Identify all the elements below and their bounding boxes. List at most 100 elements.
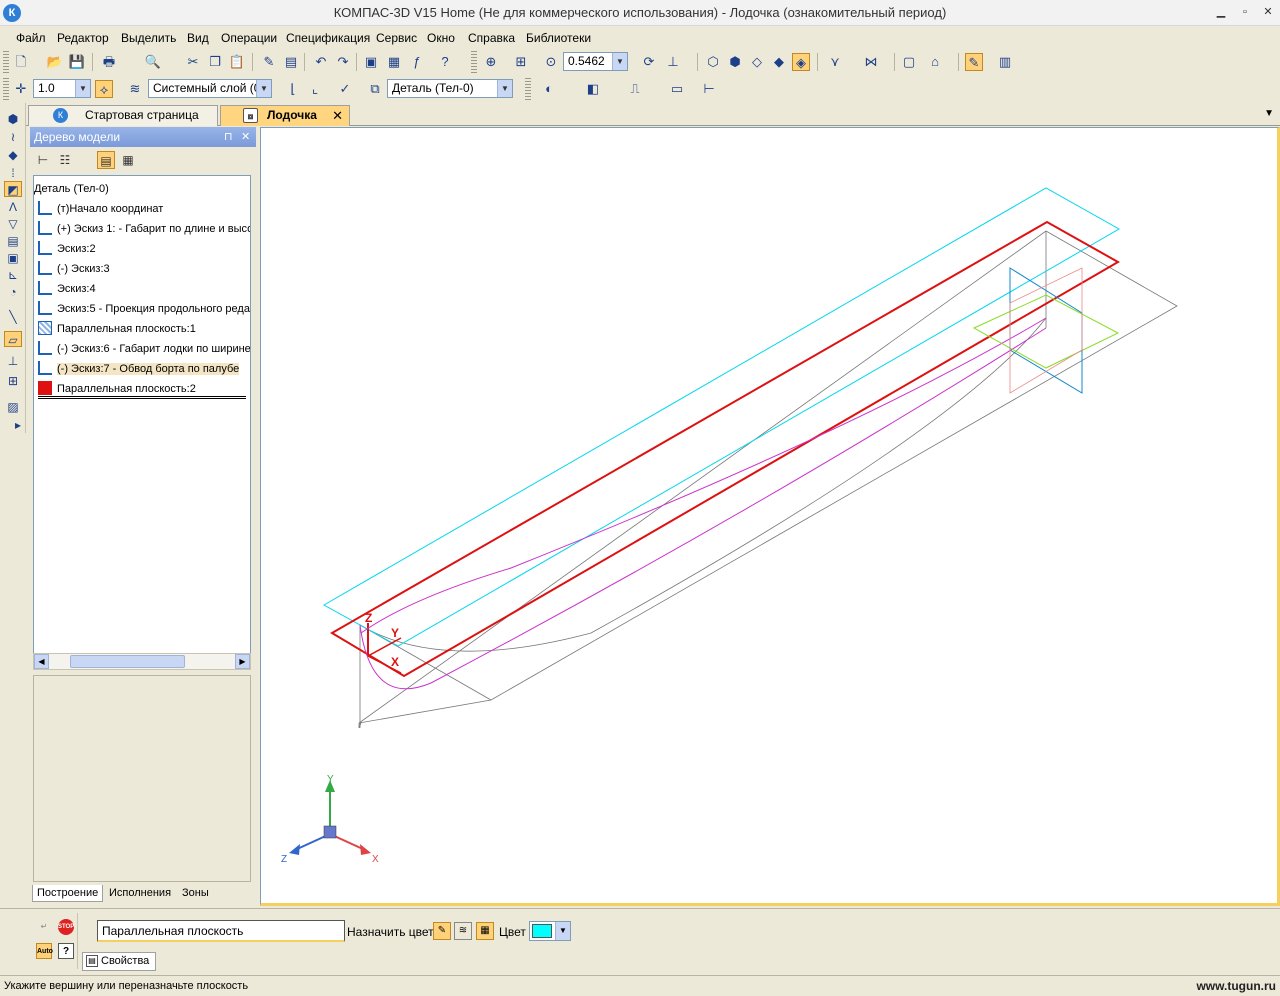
object-name-field[interactable]: Параллельная плоскость bbox=[97, 920, 345, 942]
menu-view[interactable]: Вид bbox=[187, 31, 209, 45]
tabs-menu-icon[interactable]: ▼ bbox=[1264, 108, 1274, 119]
tab-start-page[interactable]: К Стартовая страница bbox=[28, 105, 218, 126]
menu-libraries[interactable]: Библиотеки bbox=[526, 31, 591, 45]
menu-operations[interactable]: Операции bbox=[221, 31, 277, 45]
menu-select[interactable]: Выделить bbox=[121, 31, 176, 45]
tab-construction[interactable]: Построение bbox=[32, 885, 104, 902]
chevron-down-icon[interactable]: ▼ bbox=[497, 80, 512, 97]
tab-lodochka[interactable]: ⧈ Лодочка ✕ bbox=[220, 105, 350, 126]
tree-hscrollbar[interactable]: ◀ ▶ bbox=[33, 653, 251, 670]
hidden-lines-icon[interactable]: ⬢ bbox=[726, 53, 744, 71]
elements-icon[interactable]: ⊾ bbox=[4, 267, 22, 283]
filter-icon[interactable]: ⋎ bbox=[826, 53, 844, 71]
new-icon[interactable]: 🗋 bbox=[12, 53, 30, 71]
zoom-combo[interactable]: 0.5462 ▼ bbox=[563, 52, 628, 71]
redo-icon[interactable]: ↷ bbox=[334, 53, 352, 71]
tree-row[interactable]: (+) Эскиз 1: - Габарит по длине и высоте bbox=[38, 219, 250, 239]
sheet-metal-icon[interactable]: ◔ bbox=[4, 284, 22, 300]
tree-row[interactable]: (-) Эскиз:3 bbox=[38, 259, 110, 279]
measure-icon[interactable]: ⎍ bbox=[626, 80, 644, 98]
solid-icon[interactable]: ⬢ bbox=[4, 111, 22, 127]
coord-system-icon[interactable]: ⊞ bbox=[4, 373, 22, 389]
expand-icon[interactable]: ▸ bbox=[13, 417, 23, 433]
check-icon[interactable]: ✓ bbox=[336, 80, 354, 98]
tree-row[interactable]: Параллельная плоскость:1 bbox=[38, 319, 196, 339]
cursor-step-icon[interactable]: ✛ bbox=[12, 80, 30, 98]
color-by-source-icon[interactable]: ✎ bbox=[433, 922, 451, 940]
tab-properties[interactable]: ▤ Свойства bbox=[82, 952, 156, 971]
tree-list-icon[interactable]: ▤ bbox=[97, 151, 115, 169]
tree-row[interactable]: (-) Эскиз:7 - Обвод борта по палубе bbox=[38, 359, 240, 379]
create-object-icon[interactable]: ↵ bbox=[36, 919, 52, 935]
copy-icon[interactable]: ❐ bbox=[206, 53, 224, 71]
halftone-icon[interactable]: ◇ bbox=[748, 53, 766, 71]
tree-row[interactable]: Эскиз:4 bbox=[38, 279, 96, 299]
surface-icon[interactable]: ◆ bbox=[4, 147, 22, 163]
menu-file[interactable]: Файл bbox=[16, 31, 46, 45]
scroll-right-icon[interactable]: ▶ bbox=[235, 654, 250, 669]
minimize-button[interactable]: ▁ bbox=[1212, 4, 1230, 20]
menu-help[interactable]: Справка bbox=[468, 31, 515, 45]
print-icon[interactable]: 🖶 bbox=[100, 53, 118, 71]
dimensions-icon[interactable]: Λ bbox=[4, 199, 22, 215]
menu-edit[interactable]: Редактор bbox=[57, 31, 109, 45]
color-by-layer-icon[interactable]: ≋ bbox=[454, 922, 472, 940]
restore-button[interactable]: ▫ bbox=[1236, 4, 1254, 20]
properties-icon[interactable]: ✎ bbox=[260, 53, 278, 71]
axis-icon[interactable]: ⊥ bbox=[4, 353, 22, 369]
zoom-all-icon[interactable]: ⊞ bbox=[512, 53, 530, 71]
help-pointer-icon[interactable]: ? bbox=[436, 53, 454, 71]
chevron-down-icon[interactable]: ▼ bbox=[256, 80, 271, 97]
tab-versions[interactable]: Исполнения bbox=[105, 885, 175, 902]
tree-doc-icon[interactable]: ▦ bbox=[119, 151, 137, 169]
pin-icon[interactable]: ⊓ bbox=[224, 127, 233, 147]
menu-window[interactable]: Окно bbox=[427, 31, 455, 45]
color-picker[interactable]: ▼ bbox=[529, 921, 571, 941]
rotate-icon[interactable]: ⟳ bbox=[640, 53, 658, 71]
chevron-down-icon[interactable]: ▼ bbox=[555, 922, 570, 940]
plane-icon[interactable]: ▱ bbox=[4, 331, 22, 347]
part-combo[interactable]: Деталь (Тел-0) ▼ bbox=[387, 79, 513, 98]
help-icon[interactable]: ? bbox=[58, 943, 74, 959]
tab-zones[interactable]: Зоны bbox=[178, 885, 213, 902]
chevron-down-icon[interactable]: ▼ bbox=[75, 80, 90, 97]
undo-icon[interactable]: ↶ bbox=[312, 53, 330, 71]
scroll-thumb[interactable] bbox=[70, 655, 185, 668]
tree-display-icon[interactable]: ☷ bbox=[56, 151, 74, 169]
toolbar-grip[interactable] bbox=[525, 78, 531, 100]
ortho-icon[interactable]: ⟡ bbox=[95, 80, 113, 98]
close-window-button[interactable]: ✕ bbox=[1259, 4, 1277, 20]
line-icon[interactable]: ╲ bbox=[4, 309, 22, 325]
model-canvas[interactable]: Z Y X Y X Z bbox=[261, 128, 1280, 906]
close-tab-icon[interactable]: ✕ bbox=[332, 106, 343, 125]
cut-icon[interactable]: ✂ bbox=[184, 53, 202, 71]
layers-icon[interactable]: ≋ bbox=[126, 80, 144, 98]
preview-icon[interactable]: 🔍 bbox=[144, 53, 162, 71]
paste-icon[interactable]: 📋 bbox=[228, 53, 246, 71]
auto-icon[interactable]: Auto bbox=[36, 943, 53, 959]
wireframe-icon[interactable]: ⬡ bbox=[704, 53, 722, 71]
fx-icon[interactable]: ƒ bbox=[408, 53, 426, 71]
table-icon[interactable]: ▤ bbox=[282, 53, 300, 71]
aux-geometry-icon[interactable]: ◩ bbox=[4, 181, 22, 197]
part-icon[interactable]: ▢ bbox=[900, 53, 918, 71]
tree-row[interactable]: (т)Начало координат bbox=[38, 199, 163, 219]
stop-icon[interactable]: STOP bbox=[58, 919, 74, 935]
chevron-down-icon[interactable]: ▼ bbox=[612, 53, 627, 70]
manager-icon[interactable]: ▣ bbox=[362, 53, 380, 71]
edit-sketch-icon[interactable]: ⌞ bbox=[306, 80, 324, 98]
mass-icon[interactable]: ▭ bbox=[668, 80, 686, 98]
spec-icon[interactable]: ▤ bbox=[4, 233, 22, 249]
tree-row[interactable]: (-) Эскиз:6 - Габарит лодки по ширине bbox=[38, 339, 250, 359]
tree-structure-icon[interactable]: ⊢ bbox=[34, 151, 52, 169]
tree-row[interactable]: Параллельная плоскость:2 bbox=[38, 379, 246, 399]
edit-mode-icon[interactable]: ✎ bbox=[965, 53, 983, 71]
color-custom-icon[interactable]: ▦ bbox=[476, 922, 494, 940]
part-select-icon[interactable]: ⧉ bbox=[366, 80, 384, 98]
dimension-icon[interactable]: ⊢ bbox=[700, 80, 718, 98]
extrude-icon[interactable]: ◧ bbox=[584, 80, 602, 98]
variables-icon[interactable]: ▦ bbox=[385, 53, 403, 71]
array-icon[interactable]: ⁞ bbox=[4, 165, 22, 181]
tree-row[interactable]: Эскиз:2 bbox=[38, 239, 96, 259]
report-icon[interactable]: ▣ bbox=[4, 250, 22, 266]
